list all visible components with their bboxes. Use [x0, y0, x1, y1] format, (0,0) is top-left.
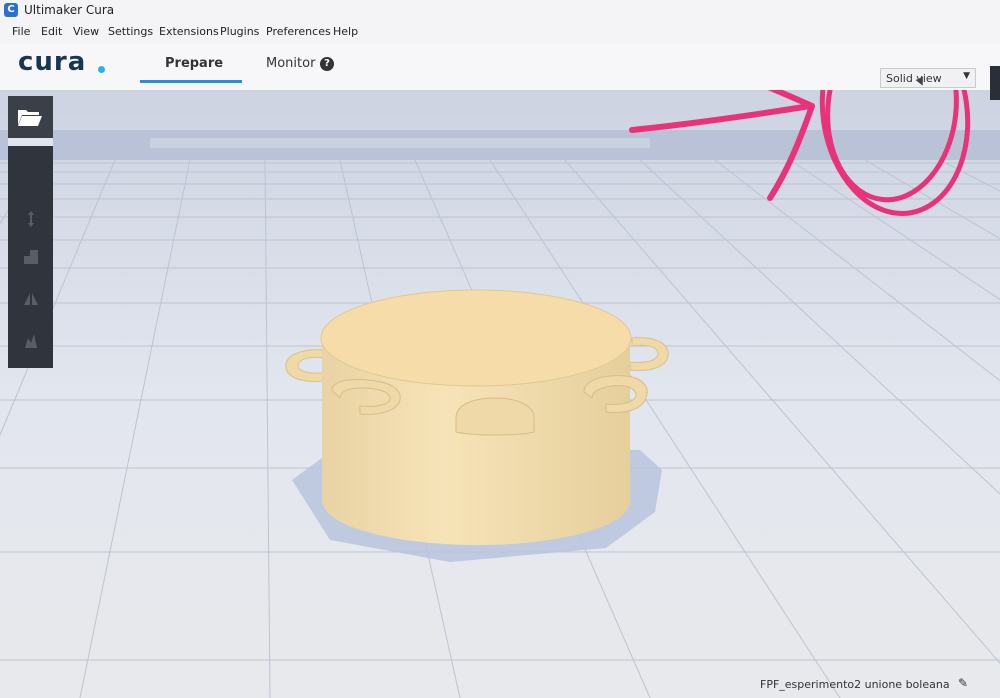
pot-rim-ring-center	[455, 397, 535, 436]
cura-app-icon: C	[4, 3, 18, 17]
job-name: FPF_esperimento2 unione boleana	[760, 678, 950, 691]
tab-prepare[interactable]: Prepare	[165, 56, 223, 71]
cooking-pot-model[interactable]	[285, 289, 669, 545]
window-title: Ultimaker Cura	[24, 3, 115, 17]
view-mode-label: Solid view	[886, 72, 942, 85]
menu-edit[interactable]: Edit	[41, 25, 62, 38]
menu-help[interactable]: Help	[333, 25, 358, 38]
cura-logo: cura	[18, 47, 87, 77]
mirror-icon[interactable]	[22, 290, 40, 308]
pencil-icon[interactable]: ✎	[958, 676, 968, 690]
view-mode-select[interactable]: Solid view ▼	[880, 68, 976, 88]
menu-file[interactable]: File	[12, 25, 30, 38]
scale-icon[interactable]	[22, 248, 40, 266]
folder-open-icon	[18, 110, 42, 126]
move-icon[interactable]	[22, 210, 40, 228]
menu-settings[interactable]: Settings	[108, 25, 153, 38]
chevron-down-icon: ▼	[963, 71, 970, 81]
title-bar: C Ultimaker Cura	[0, 0, 1000, 20]
pot-lid	[320, 289, 632, 387]
logo-dot	[98, 66, 105, 73]
support-icon[interactable]	[22, 332, 40, 350]
menu-plugins[interactable]: Plugins	[220, 25, 259, 38]
tab-monitor[interactable]: Monitor	[266, 56, 315, 71]
tool-panel	[8, 96, 53, 368]
menu-extensions[interactable]: Extensions	[159, 25, 219, 38]
active-tab-indicator	[140, 80, 242, 83]
build-volume-back-edge	[150, 138, 650, 148]
open-file-button[interactable]	[8, 96, 53, 146]
help-icon[interactable]: ?	[320, 57, 334, 71]
menu-preferences[interactable]: Preferences	[266, 25, 331, 38]
right-panel-edge	[990, 66, 1000, 100]
build-plate-viewport[interactable]	[0, 90, 1000, 698]
menu-bar: File Edit View Settings Extensions Plugi…	[0, 20, 1000, 44]
stage-header: cura Prepare Monitor ?	[0, 44, 1000, 90]
menu-view[interactable]: View	[73, 25, 99, 38]
